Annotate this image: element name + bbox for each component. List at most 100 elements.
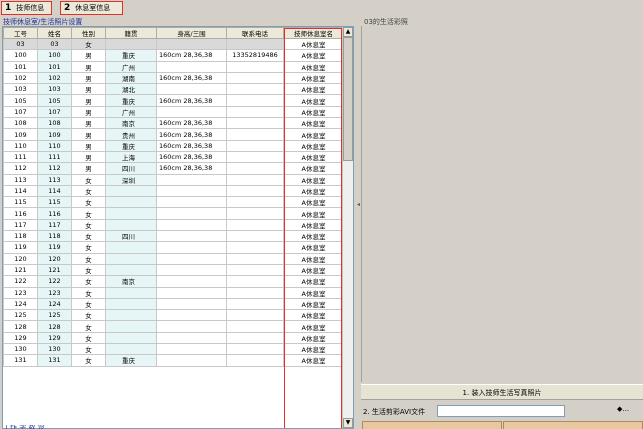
table-cell-phone[interactable] [226, 252, 284, 265]
table-cell-lounge[interactable]: A休息室 [283, 286, 344, 299]
table-cell-origin[interactable] [105, 241, 157, 254]
table-cell-phone[interactable] [226, 241, 284, 254]
exit-button[interactable]: ⇥退出 [503, 421, 643, 429]
column-header-phone[interactable]: 联系电话 [226, 27, 284, 39]
table-cell-origin[interactable]: 湖北 [105, 83, 157, 96]
column-header-name[interactable]: 姓名 [37, 27, 72, 39]
table-cell-name[interactable]: 101 [37, 60, 72, 73]
table-cell-lounge[interactable]: A休息室 [283, 184, 344, 198]
column-header-origin[interactable]: 籍贯 [105, 27, 157, 39]
table-cell-id[interactable]: 100 [3, 49, 38, 62]
table-cell-phone[interactable] [226, 71, 284, 85]
table-row[interactable]: 109 109 男贵州 160cm 28,36,38 A休息室 [3, 128, 344, 141]
table-cell-lounge[interactable]: A休息室 [283, 71, 344, 85]
table-cell-gender[interactable]: 男 [71, 94, 106, 107]
table-cell-gender[interactable]: 女 [71, 173, 106, 186]
table-cell-gender[interactable]: 男 [71, 71, 106, 85]
table-cell-body[interactable]: 160cm 28,36,38 [156, 49, 227, 62]
table-cell-name[interactable]: 121 [37, 263, 72, 277]
table-cell-gender[interactable]: 女 [71, 241, 106, 254]
table-cell-id[interactable]: 114 [3, 184, 38, 198]
table-cell-gender[interactable]: 男 [71, 139, 106, 152]
column-header-id[interactable]: 工号 [3, 27, 38, 39]
table-cell-id[interactable]: 121 [3, 263, 38, 277]
table-cell-origin[interactable] [105, 252, 157, 265]
table-cell-name[interactable]: 120 [37, 252, 72, 265]
table-row[interactable]: 116 116 女 A休息室 [3, 207, 344, 220]
tab-technician-info[interactable]: 1 技师信息 [1, 1, 52, 15]
table-cell-phone[interactable] [226, 320, 284, 333]
table-cell-phone[interactable] [226, 286, 284, 299]
table-cell-body[interactable]: 160cm 28,36,38 [156, 150, 227, 164]
table-cell-body[interactable] [156, 37, 227, 51]
table-cell-lounge[interactable]: A休息室 [283, 150, 344, 164]
table-cell-lounge[interactable]: A休息室 [283, 354, 344, 367]
table-cell-gender[interactable]: 女 [71, 230, 106, 243]
table-cell-origin[interactable]: 湖南 [105, 71, 157, 85]
column-header-body[interactable]: 身高/三围 [156, 27, 227, 39]
table-cell-lounge[interactable]: A休息室 [283, 263, 344, 277]
table-cell-lounge[interactable]: A休息室 [283, 275, 344, 288]
table-cell-lounge[interactable]: A休息室 [283, 162, 344, 175]
table-cell-lounge[interactable]: A休息室 [283, 297, 344, 311]
table-cell-name[interactable]: 129 [37, 331, 72, 345]
table-cell-origin[interactable]: 南京 [105, 275, 157, 288]
table-cell-name[interactable]: 116 [37, 207, 72, 220]
table-cell-name[interactable]: 107 [37, 105, 72, 119]
table-cell-phone[interactable] [226, 331, 284, 345]
table-cell-id[interactable]: 101 [3, 60, 38, 73]
table-cell-lounge[interactable]: A休息室 [283, 241, 344, 254]
table-cell-origin[interactable] [105, 37, 157, 51]
table-cell-lounge[interactable]: A休息室 [283, 196, 344, 209]
table-cell-phone[interactable] [226, 309, 284, 322]
table-cell-gender[interactable]: 女 [71, 252, 106, 265]
table-cell-body[interactable] [156, 286, 227, 299]
table-row[interactable]: 125 125 女 A休息室 [3, 309, 344, 322]
table-cell-gender[interactable]: 女 [71, 196, 106, 209]
table-cell-phone[interactable] [226, 150, 284, 164]
chevron-down-icon[interactable]: ▼ [343, 418, 353, 428]
table-cell-lounge[interactable]: A休息室 [283, 49, 344, 62]
table-cell-body[interactable]: 160cm 28,36,38 [156, 117, 227, 130]
table-cell-id[interactable]: 111 [3, 150, 38, 164]
table-cell-name[interactable]: 112 [37, 162, 72, 175]
load-photo-button[interactable]: 1. 装入技师生活写真照片 [361, 384, 643, 400]
table-cell-id[interactable]: 124 [3, 297, 38, 311]
table-cell-id[interactable]: 130 [3, 343, 38, 356]
table-cell-body[interactable]: 160cm 28,36,38 [156, 71, 227, 85]
table-cell-body[interactable] [156, 105, 227, 119]
table-row[interactable]: 130 130 女 A休息室 [3, 343, 344, 356]
table-cell-lounge[interactable]: A休息室 [283, 128, 344, 141]
table-cell-name[interactable]: 111 [37, 150, 72, 164]
table-cell-phone[interactable] [226, 173, 284, 186]
table-row[interactable]: 128 128 女 A休息室 [3, 320, 344, 333]
table-cell-name[interactable]: 110 [37, 139, 72, 152]
table-row[interactable]: 107 107 男广州 A休息室 [3, 105, 344, 119]
table-cell-body[interactable] [156, 196, 227, 209]
table-cell-body[interactable] [156, 320, 227, 333]
scrollbar-thumb[interactable] [343, 37, 353, 161]
table-cell-id[interactable]: 129 [3, 331, 38, 345]
table-cell-origin[interactable]: 广州 [105, 60, 157, 73]
table-cell-gender[interactable]: 男 [71, 162, 106, 175]
table-cell-id[interactable]: 120 [3, 252, 38, 265]
table-cell-origin[interactable] [105, 196, 157, 209]
table-cell-body[interactable] [156, 263, 227, 277]
table-cell-id[interactable]: 03 [3, 37, 38, 51]
table-cell-id[interactable]: 107 [3, 105, 38, 119]
table-cell-phone[interactable] [226, 60, 284, 73]
table-cell-origin[interactable]: 四川 [105, 230, 157, 243]
table-cell-origin[interactable] [105, 297, 157, 311]
table-cell-id[interactable]: 131 [3, 354, 38, 367]
table-row[interactable]: 120 120 女 A休息室 [3, 252, 344, 265]
table-cell-gender[interactable]: 女 [71, 275, 106, 288]
table-cell-id[interactable]: 108 [3, 117, 38, 130]
table-cell-origin[interactable] [105, 218, 157, 232]
tab-lounge-info[interactable]: 2 休息室信息 [60, 1, 123, 15]
table-cell-gender[interactable]: 女 [71, 354, 106, 367]
table-cell-origin[interactable]: 广州 [105, 105, 157, 119]
table-cell-id[interactable]: 110 [3, 139, 38, 152]
table-cell-origin[interactable]: 贵州 [105, 128, 157, 141]
table-cell-id[interactable]: 112 [3, 162, 38, 175]
table-cell-id[interactable]: 105 [3, 94, 38, 107]
